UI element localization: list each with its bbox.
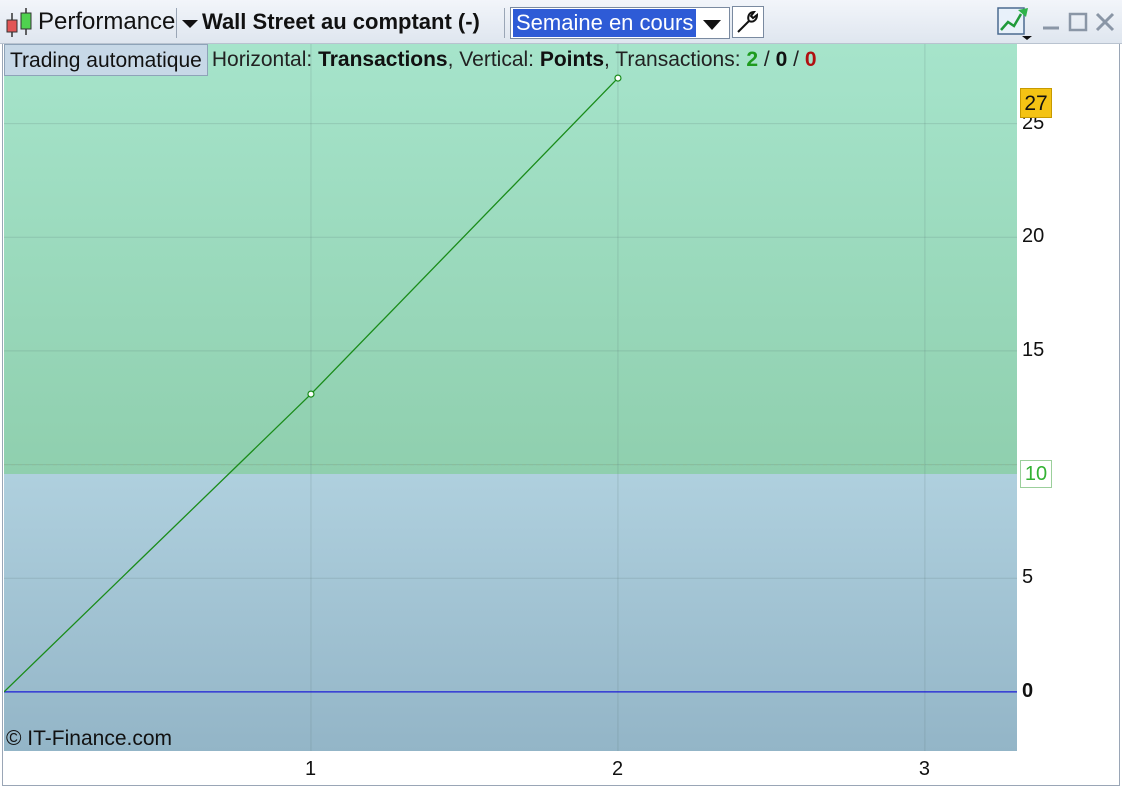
separator: / xyxy=(758,48,776,71)
instrument-name: Wall Street au comptant (-) xyxy=(202,9,480,34)
period-dropdown[interactable]: Semaine en cours xyxy=(510,7,730,39)
toolbar-separator xyxy=(504,8,505,38)
transactions-label: , Transactions: xyxy=(604,48,747,71)
neutral-count: 0 xyxy=(775,48,788,71)
y-tick-label: 5 xyxy=(1022,566,1034,589)
winning-count: 2 xyxy=(746,48,759,71)
axes-summary: Horizontal: Transactions, Vertical: Poin… xyxy=(212,48,817,72)
y-tick-label: 20 xyxy=(1022,225,1045,248)
horizontal-value: Transactions xyxy=(318,48,448,71)
wrench-icon[interactable] xyxy=(732,6,764,38)
performance-plot[interactable] xyxy=(4,44,1017,751)
title-bar: Performance Wall Street au comptant (-) … xyxy=(0,0,1122,44)
chevron-down-icon xyxy=(703,20,721,30)
close-icon[interactable] xyxy=(1094,0,1116,44)
auto-trading-button[interactable]: Trading automatique xyxy=(4,44,208,76)
chevron-down-icon xyxy=(182,20,198,28)
horizontal-label: Horizontal: xyxy=(211,48,319,71)
x-tick-label: 3 xyxy=(918,758,931,780)
plot-grid xyxy=(4,44,1017,751)
y-tick-label: 0 xyxy=(1022,679,1034,702)
chart-export-icon[interactable] xyxy=(996,0,1036,44)
last-value-tag: 27 xyxy=(1020,88,1052,118)
toolbar-separator xyxy=(176,8,177,38)
info-bar: Trading automatique Horizontal: Transact… xyxy=(4,44,817,76)
x-tick-label: 1 xyxy=(304,758,317,780)
y-tick-label: 15 xyxy=(1022,338,1045,361)
maximize-icon[interactable] xyxy=(1067,0,1089,44)
data-point xyxy=(307,390,315,398)
module-label[interactable]: Performance xyxy=(38,0,175,44)
threshold-tag: 10 xyxy=(1020,460,1052,488)
separator: / xyxy=(787,48,805,71)
vertical-value: Points xyxy=(539,48,604,71)
instrument-selector[interactable]: Wall Street au comptant (-) xyxy=(182,0,480,44)
losing-count: 0 xyxy=(804,48,817,71)
copyright-text: © IT-Finance.com xyxy=(6,727,173,750)
period-value: Semaine en cours xyxy=(513,9,697,37)
x-tick-label: 2 xyxy=(611,758,624,780)
candlestick-icon[interactable] xyxy=(2,0,38,44)
minimize-icon[interactable] xyxy=(1040,0,1062,44)
vertical-label: , Vertical: xyxy=(447,48,540,71)
